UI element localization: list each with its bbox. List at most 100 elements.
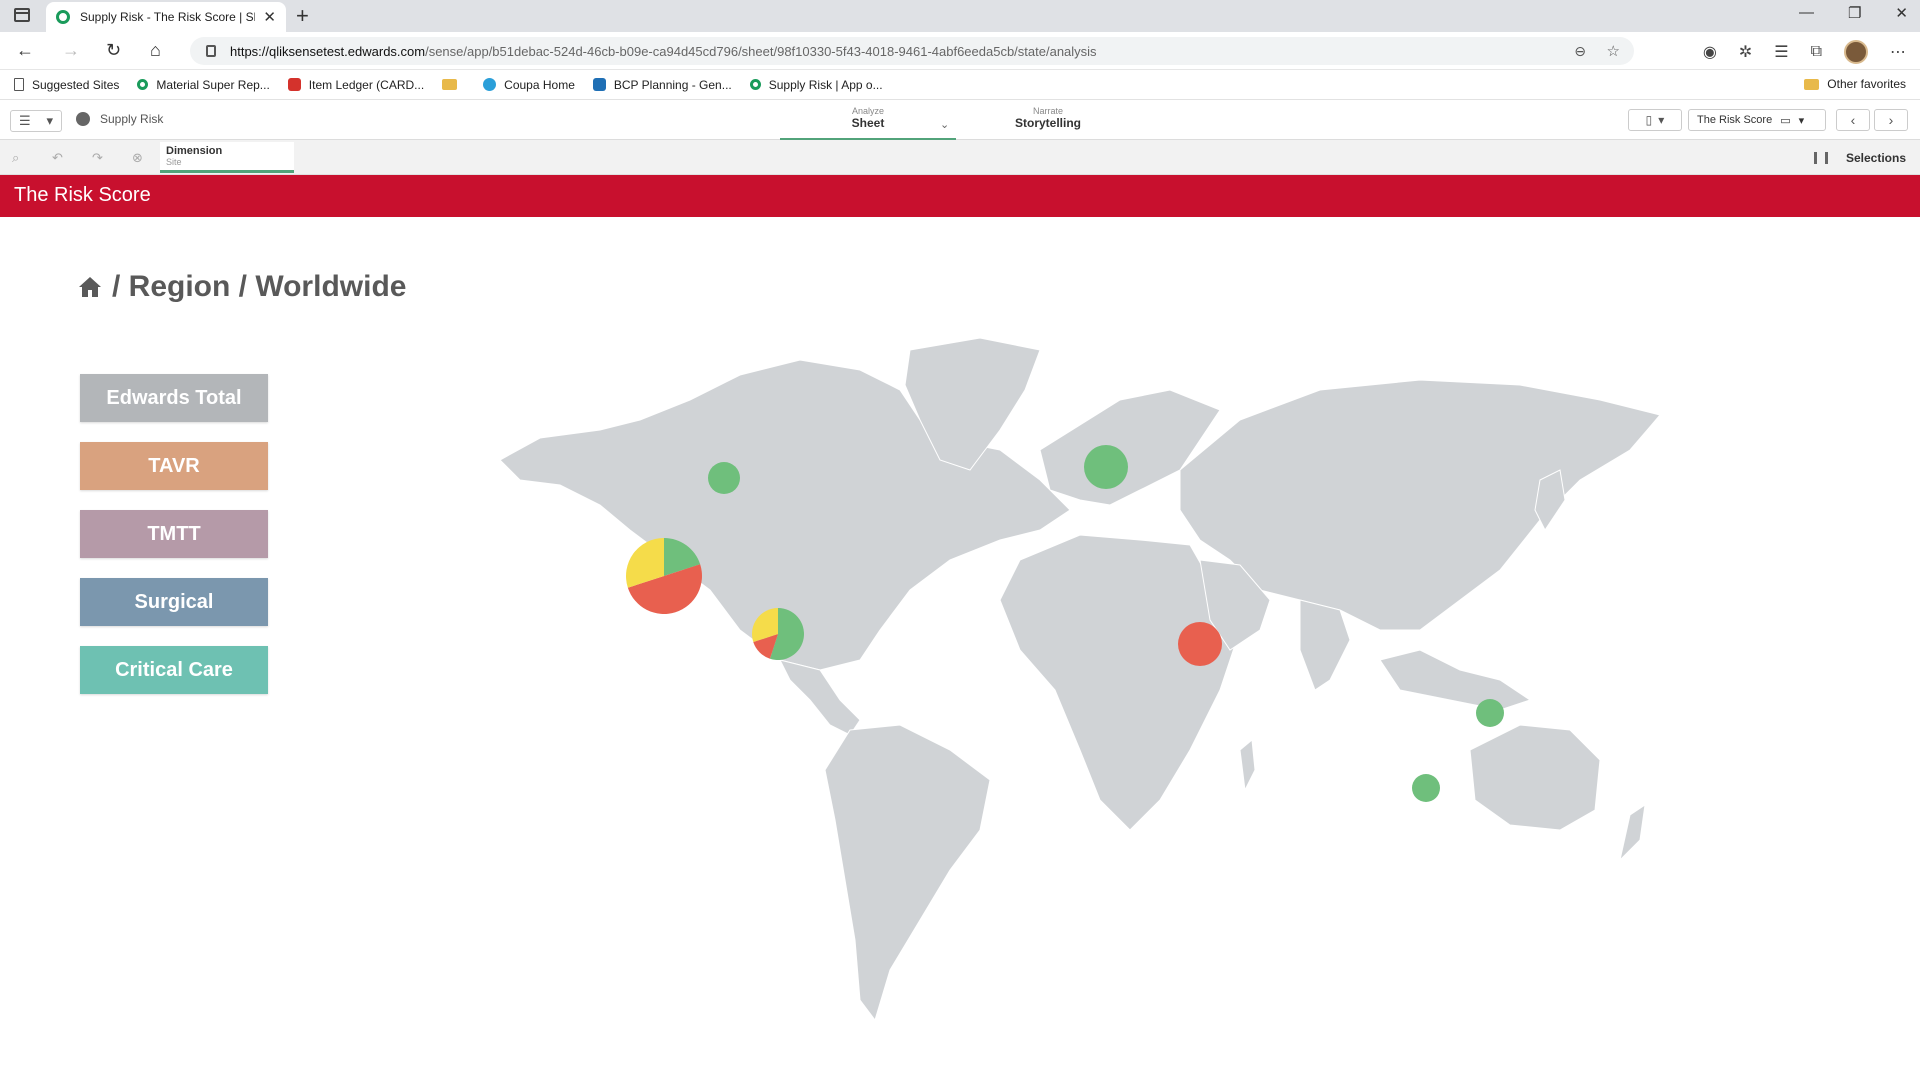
page-icon [14, 78, 24, 91]
qlik-icon [749, 79, 761, 90]
home-browser-icon[interactable]: ⌂ [150, 40, 161, 61]
bookmark-item[interactable]: BCP Planning - Gen... [592, 78, 732, 92]
next-sheet-button[interactable]: › [1874, 109, 1908, 131]
risk-marker[interactable] [752, 608, 804, 661]
world-map-svg [499, 337, 1661, 1022]
australia-shape [1469, 724, 1601, 831]
selection-bar: ⌕ ↶ ↷ ⊗ Dimension Site Selections [0, 140, 1920, 175]
tavr-button[interactable]: TAVR [80, 442, 268, 490]
sheet-selector[interactable]: The Risk Score ▭ ▾ [1688, 109, 1826, 131]
puzzle-icon[interactable]: ✲ [1739, 42, 1752, 62]
risk-slice-green[interactable] [708, 462, 740, 494]
minimize-icon[interactable]: — [1799, 4, 1814, 22]
restore-icon[interactable]: ❐ [1848, 4, 1861, 22]
browser-tab[interactable]: Supply Risk - The Risk Score | Sh ✕ [46, 2, 286, 32]
close-icon[interactable]: ✕ [263, 8, 276, 26]
critical-care-button[interactable]: Critical Care [80, 646, 268, 694]
favorites-icon[interactable]: ☰ [1774, 42, 1788, 62]
land-masses [499, 337, 1661, 1022]
step-forward-icon[interactable]: ↷ [92, 150, 103, 166]
collections-icon[interactable]: ⧉ [1811, 43, 1822, 61]
folder-icon [442, 79, 458, 90]
risk-slice-green[interactable] [1084, 445, 1128, 489]
selections-icon [1813, 152, 1828, 164]
risk-marker[interactable] [708, 462, 740, 494]
sheet-icon: ▭ [1780, 114, 1791, 127]
bookmark-item[interactable]: Material Super Rep... [137, 78, 270, 92]
chevron-down-icon: ▾ [1658, 113, 1665, 127]
url-field[interactable]: https://qliksensetest.edwards.com /sense… [190, 37, 1634, 65]
refresh-icon[interactable]: ↻ [106, 40, 121, 61]
bookmarks-bar: Suggested Sites Material Super Rep... It… [0, 70, 1920, 100]
surgical-button[interactable]: Surgical [80, 578, 268, 626]
bookmark-item[interactable]: Coupa Home [483, 78, 575, 92]
forward-icon[interactable]: → [62, 40, 80, 61]
bookmark-item[interactable]: Suggested Sites [14, 78, 119, 92]
more-icon[interactable]: ⋯ [1890, 42, 1906, 62]
coupa-icon [483, 78, 497, 91]
folder-icon [1804, 78, 1820, 90]
bookmarks-button[interactable]: ▯ ▾ [1628, 109, 1682, 131]
bookmark-item[interactable]: Supply Risk | App o... [749, 78, 883, 92]
previous-sheet-button[interactable]: ‹ [1836, 109, 1870, 131]
zoom-icon[interactable]: ⊖ [1574, 43, 1586, 60]
bookmark-icon: ▯ [1645, 113, 1653, 127]
new-tab-icon[interactable]: + [296, 3, 309, 29]
lock-icon [206, 45, 216, 57]
browser-tab-strip: Supply Risk - The Risk Score | Sh ✕ + — … [0, 0, 1920, 32]
chevron-right-icon: › [1888, 112, 1894, 128]
window-controls: — ❐ ✕ [1799, 4, 1908, 22]
url-host: https://qliksensetest.edwards.com [230, 43, 426, 59]
close-window-icon[interactable]: ✕ [1895, 4, 1908, 22]
menu-button[interactable]: ☰ ▾ [10, 110, 62, 132]
risk-marker[interactable] [626, 538, 702, 614]
profile-avatar[interactable] [1844, 40, 1868, 64]
risk-marker[interactable] [1412, 774, 1440, 802]
address-bar: ← → ↻ ⌂ https://qliksensetest.edwards.co… [0, 32, 1920, 70]
central-america-shape [779, 659, 861, 736]
qlik-icon [137, 79, 149, 90]
extension-icon[interactable]: ◉ [1703, 42, 1717, 62]
risk-marker[interactable] [1178, 622, 1222, 666]
chevron-left-icon: ‹ [1850, 112, 1856, 128]
world-map[interactable] [480, 330, 1760, 1030]
clear-selections-icon[interactable]: ⊗ [132, 150, 143, 166]
app-title[interactable]: Supply Risk [76, 112, 163, 126]
new-zealand-shape [1619, 803, 1646, 862]
dimension-selector[interactable]: Dimension Site [160, 142, 294, 173]
globe-icon [76, 112, 90, 126]
home-icon[interactable] [78, 275, 102, 299]
qlik-toolbar: ☰ ▾ Supply Risk Analyze Sheet ⌄ Narrate … [0, 100, 1920, 140]
extension-icons: ◉ ✲ ☰ ⧉ ⋯ [1703, 40, 1906, 64]
tab-actions-icon[interactable] [14, 8, 30, 22]
step-back-icon[interactable]: ↶ [52, 150, 63, 166]
southeast-asia-shape [1379, 649, 1532, 711]
edwards-total-button[interactable]: Edwards Total [80, 374, 268, 422]
back-icon[interactable]: ← [16, 40, 34, 61]
tab-analyze[interactable]: Analyze Sheet [780, 106, 956, 140]
hamburger-icon: ☰ [18, 113, 31, 128]
smart-search-icon[interactable]: ⌕ [12, 150, 19, 166]
risk-marker[interactable] [1084, 445, 1128, 489]
bookmark-folder[interactable] [442, 79, 465, 90]
tmtt-button[interactable]: TMTT [80, 510, 268, 558]
breadcrumb-text: / Region / Worldwide [112, 270, 407, 303]
selections-button[interactable]: Selections [1813, 151, 1906, 165]
breadcrumb: / Region / Worldwide [78, 270, 406, 304]
favorite-star-icon[interactable]: ☆ [1607, 42, 1620, 60]
chevron-down-icon: ▾ [46, 113, 54, 128]
risk-marker[interactable] [1476, 699, 1504, 727]
tab-title: Supply Risk - The Risk Score | Sh [80, 10, 256, 24]
chevron-down-icon[interactable]: ⌄ [940, 118, 949, 131]
sheet-title-bar: The Risk Score [0, 175, 1920, 217]
tab-narrate[interactable]: Narrate Storytelling [960, 106, 1136, 130]
south-america-shape [824, 724, 991, 1022]
bookmark-item[interactable]: Item Ledger (CARD... [287, 78, 424, 92]
risk-slice-green[interactable] [1412, 774, 1440, 802]
other-favorites[interactable]: Other favorites [1804, 77, 1906, 91]
chevron-down-icon: ▾ [1798, 114, 1805, 127]
madagascar-shape [1239, 739, 1256, 792]
qlik-favicon-icon [56, 10, 70, 24]
risk-slice-green[interactable] [1476, 699, 1504, 727]
risk-slice-red[interactable] [1178, 622, 1222, 666]
